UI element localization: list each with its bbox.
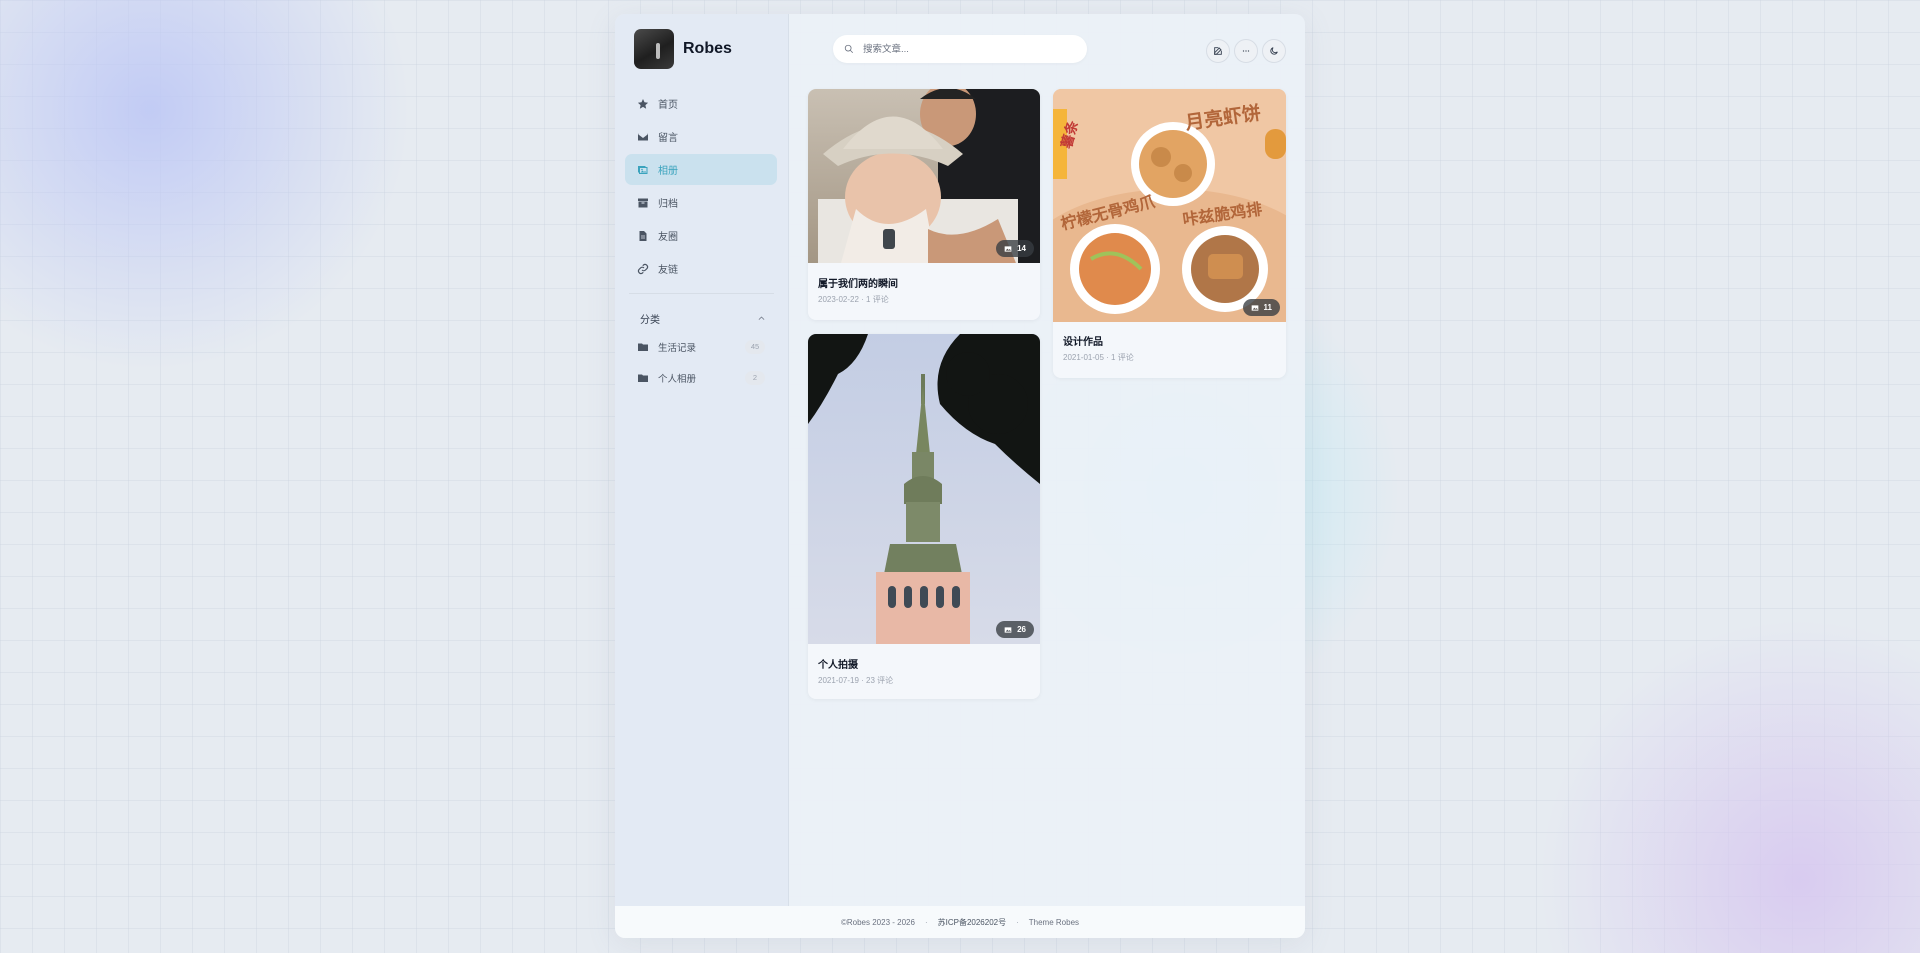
sidebar-divider xyxy=(629,293,774,294)
brand[interactable]: Robes xyxy=(634,29,732,69)
category-label: 个人相册 xyxy=(658,373,697,385)
search-input[interactable] xyxy=(861,42,1065,56)
footer-separator: · xyxy=(924,917,928,927)
edit-button[interactable] xyxy=(1206,39,1230,63)
moon-icon xyxy=(1270,47,1278,55)
site-title[interactable]: Robes xyxy=(683,40,732,58)
photo-count: 14 xyxy=(1017,244,1026,253)
album-cover-image: 14 xyxy=(808,89,1040,263)
album-card[interactable]: 26 个人拍摄 2021-07-19 · 23 评论 xyxy=(808,334,1040,699)
images-icon xyxy=(638,165,648,174)
footer-copyright: ©Robes 2023 - 2026 xyxy=(840,917,915,927)
photo-count: 26 xyxy=(1017,625,1026,634)
nav-item-label: 留言 xyxy=(658,133,678,144)
church-tower-photo xyxy=(808,334,1040,644)
category-count: 2 xyxy=(745,370,765,385)
album-card[interactable]: 月亮虾饼 柠檬无骨鸡爪 咔兹脆鸡排 薯条 11 设计作品 2021-01-05 … xyxy=(1053,89,1286,378)
album-title[interactable]: 属于我们两的瞬间 xyxy=(818,275,898,290)
album-cover-image: 月亮虾饼 柠檬无骨鸡爪 咔兹脆鸡排 薯条 11 xyxy=(1053,89,1286,322)
theme-toggle-button[interactable] xyxy=(1262,39,1286,63)
page-frame: Robes 首页 留言 相册 归档 友圈 友链 分类 生活记录 45 个人相册 … xyxy=(615,14,1305,938)
album-meta: 2023-02-22 · 1 评论 xyxy=(818,295,889,304)
image-icon xyxy=(1004,626,1012,633)
nav-item-album[interactable]: 相册 xyxy=(625,154,777,185)
nav-item-label: 相册 xyxy=(658,166,678,177)
envelope-icon xyxy=(638,133,648,140)
photo-count: 11 xyxy=(1263,303,1272,312)
image-icon xyxy=(1004,245,1012,252)
category-label: 生活记录 xyxy=(658,342,697,354)
photo-count-badge: 14 xyxy=(996,240,1034,257)
food-poster-image: 月亮虾饼 柠檬无骨鸡爪 咔兹脆鸡排 薯条 xyxy=(1053,89,1286,322)
more-button[interactable] xyxy=(1234,39,1258,63)
nav-item-home[interactable]: 首页 xyxy=(625,88,777,119)
album-title[interactable]: 个人拍摄 xyxy=(818,656,858,671)
category-list: 生活记录 45 个人相册 2 xyxy=(625,331,777,393)
link-icon xyxy=(637,263,649,274)
couple-photo xyxy=(808,89,1040,263)
star-icon xyxy=(637,98,649,109)
footer-icp-link[interactable]: 苏ICP备2026202号 xyxy=(938,917,1006,928)
category-header[interactable]: 分类 xyxy=(640,311,766,326)
nav-item-label: 首页 xyxy=(658,100,678,111)
album-title[interactable]: 设计作品 xyxy=(1063,333,1103,348)
footer-theme-link[interactable]: Theme Robes xyxy=(1029,918,1079,927)
chevron-up-icon xyxy=(758,316,765,320)
category-item-album[interactable]: 个人相册 2 xyxy=(625,362,777,393)
nav-item-guestbook[interactable]: 留言 xyxy=(625,121,777,152)
album-meta: 2021-01-05 · 1 评论 xyxy=(1063,353,1134,362)
album-cover-image: 26 xyxy=(808,334,1040,644)
nav-item-label: 友圈 xyxy=(658,232,678,243)
image-icon xyxy=(1251,304,1258,311)
search-icon xyxy=(844,44,854,54)
archive-icon xyxy=(638,198,648,207)
photo-count-badge: 11 xyxy=(1242,299,1280,316)
photo-count-badge: 26 xyxy=(996,621,1034,638)
nav-item-moments[interactable]: 友圈 xyxy=(625,220,777,251)
sidebar-nav: 首页 留言 相册 归档 友圈 友链 xyxy=(625,88,777,286)
more-icon xyxy=(1242,50,1250,52)
sidebar: Robes 首页 留言 相册 归档 友圈 友链 分类 生活记录 45 个人相册 … xyxy=(615,14,789,906)
category-count: 45 xyxy=(745,339,765,354)
nav-item-archive[interactable]: 归档 xyxy=(625,187,777,218)
nav-item-label: 归档 xyxy=(658,199,678,210)
footer-separator: · xyxy=(1016,917,1019,927)
search-box[interactable] xyxy=(833,35,1087,63)
nav-item-links[interactable]: 友链 xyxy=(625,253,777,284)
category-item-life[interactable]: 生活记录 45 xyxy=(625,331,777,362)
album-meta: 2021-07-19 · 23 评论 xyxy=(818,676,894,685)
edit-icon xyxy=(1214,47,1222,55)
category-header-label: 分类 xyxy=(640,315,660,326)
file-icon xyxy=(639,230,647,241)
folder-icon xyxy=(638,343,648,351)
folder-icon xyxy=(638,374,648,382)
album-card[interactable]: 14 属于我们两的瞬间 2023-02-22 · 1 评论 xyxy=(808,89,1040,320)
nav-item-label: 友链 xyxy=(658,265,678,276)
avatar[interactable] xyxy=(634,29,674,69)
footer: ©Robes 2023 - 2026 · 苏ICP备2026202号 · The… xyxy=(615,906,1305,938)
